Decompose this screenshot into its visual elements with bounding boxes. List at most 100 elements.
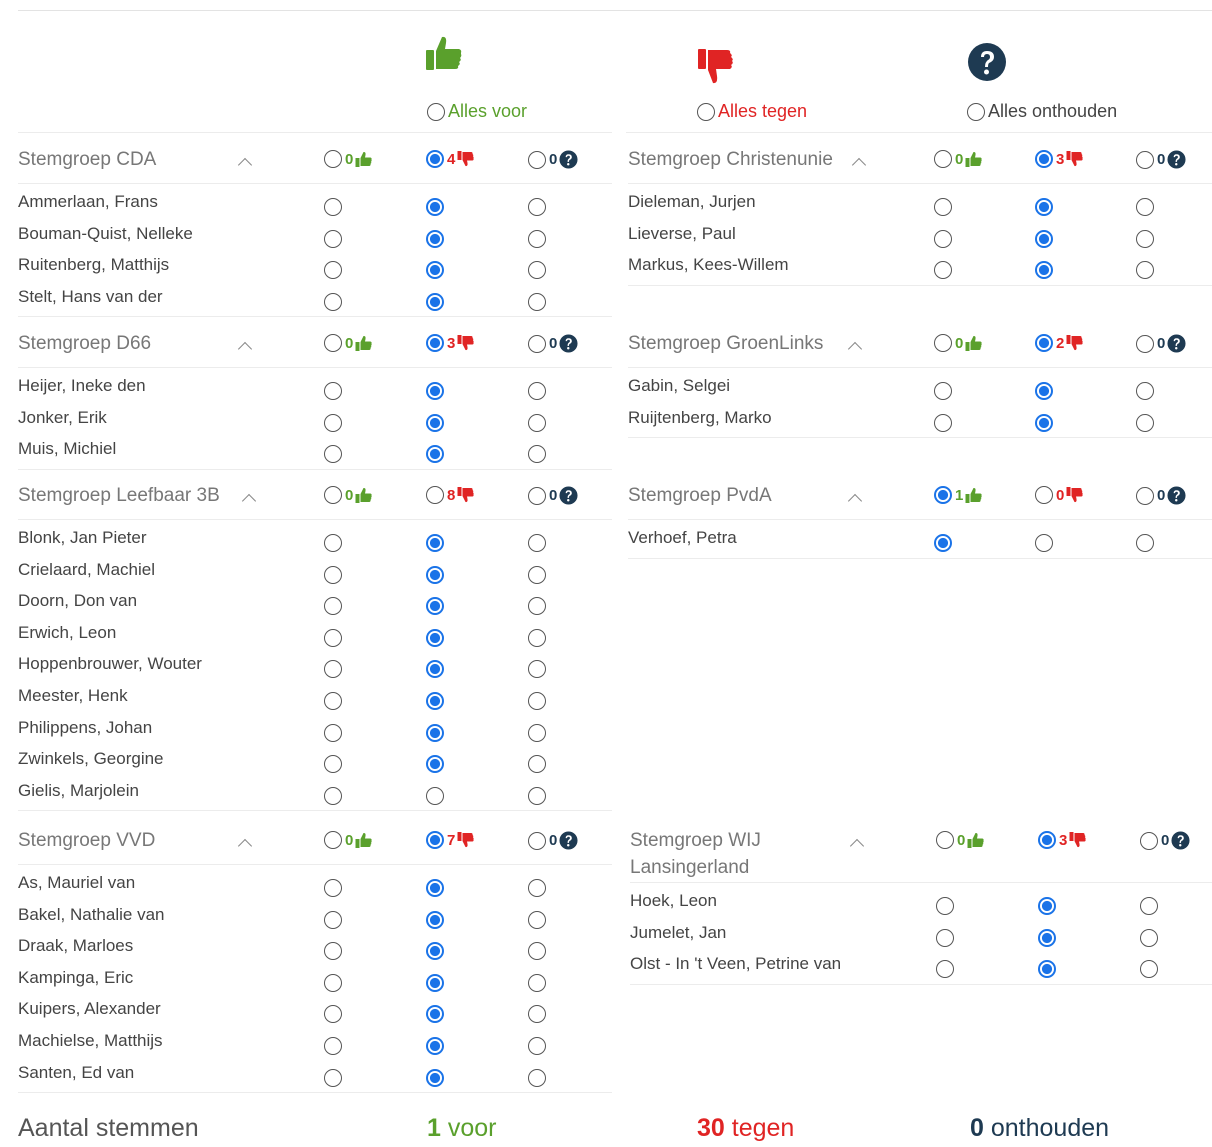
member-abstain-radio[interactable] xyxy=(528,445,546,464)
member-against-radio[interactable] xyxy=(1038,960,1056,979)
chevron-up-icon[interactable] xyxy=(237,341,253,357)
member-abstain-radio[interactable] xyxy=(1140,928,1158,947)
group-against-option[interactable]: 4 xyxy=(426,150,475,168)
member-abstain-radio[interactable] xyxy=(1140,960,1158,979)
chevron-up-icon[interactable] xyxy=(237,838,253,854)
member-abstain-radio[interactable] xyxy=(528,755,546,774)
member-for-radio[interactable] xyxy=(324,292,342,311)
group-against-radio[interactable] xyxy=(426,831,444,849)
member-for-radio[interactable] xyxy=(934,229,952,248)
all-abstain-option[interactable]: Alles onthouden xyxy=(967,101,1117,122)
chevron-up-icon[interactable] xyxy=(849,838,865,854)
member-against-radio[interactable] xyxy=(426,973,444,992)
group-against-option[interactable]: 3 xyxy=(426,334,475,352)
chevron-up-icon[interactable] xyxy=(851,157,867,173)
member-abstain-radio[interactable] xyxy=(528,942,546,961)
group-abstain-radio[interactable] xyxy=(1140,831,1158,850)
member-abstain-radio[interactable] xyxy=(528,597,546,616)
group-for-radio[interactable] xyxy=(324,150,342,168)
member-abstain-radio[interactable] xyxy=(528,534,546,552)
member-abstain-radio[interactable] xyxy=(528,723,546,742)
chevron-up-icon[interactable] xyxy=(237,157,253,173)
group-against-radio[interactable] xyxy=(1035,334,1053,352)
group-abstain-radio[interactable] xyxy=(528,486,546,505)
member-for-radio[interactable] xyxy=(324,597,342,616)
group-abstain-radio[interactable] xyxy=(528,831,546,850)
member-for-radio[interactable] xyxy=(324,942,342,961)
group-abstain-option[interactable]: 0 xyxy=(528,150,578,169)
group-for-option[interactable]: 0 xyxy=(936,831,985,849)
member-against-radio[interactable] xyxy=(1035,534,1053,552)
member-against-radio[interactable] xyxy=(1038,928,1056,947)
member-against-radio[interactable] xyxy=(426,229,444,248)
member-for-radio[interactable] xyxy=(936,897,954,915)
chevron-up-icon[interactable] xyxy=(847,493,863,509)
member-abstain-radio[interactable] xyxy=(528,628,546,647)
group-against-radio[interactable] xyxy=(1035,486,1053,504)
group-abstain-radio[interactable] xyxy=(528,334,546,353)
member-abstain-radio[interactable] xyxy=(528,660,546,679)
member-against-radio[interactable] xyxy=(426,534,444,552)
member-for-radio[interactable] xyxy=(324,1005,342,1024)
member-for-radio[interactable] xyxy=(324,786,342,805)
member-for-radio[interactable] xyxy=(324,382,342,400)
group-against-option[interactable]: 0 xyxy=(1035,486,1084,504)
member-against-radio[interactable] xyxy=(426,1037,444,1055)
group-abstain-option[interactable]: 0 xyxy=(528,486,578,505)
member-against-radio[interactable] xyxy=(426,198,444,216)
group-for-option[interactable]: 1 xyxy=(934,486,983,504)
group-against-option[interactable]: 2 xyxy=(1035,334,1084,352)
all-against-option[interactable]: Alles tegen xyxy=(697,101,807,122)
member-for-radio[interactable] xyxy=(934,261,952,280)
group-for-radio[interactable] xyxy=(934,334,952,352)
group-against-radio[interactable] xyxy=(1035,150,1053,168)
member-against-radio[interactable] xyxy=(426,292,444,311)
group-for-option[interactable]: 0 xyxy=(934,334,983,352)
member-against-radio[interactable] xyxy=(426,1068,444,1087)
all-for-option[interactable]: Alles voor xyxy=(427,101,527,122)
member-for-radio[interactable] xyxy=(324,910,342,929)
member-abstain-radio[interactable] xyxy=(1136,229,1154,248)
member-for-radio[interactable] xyxy=(324,229,342,248)
all-abstain-radio[interactable] xyxy=(967,102,985,121)
member-abstain-radio[interactable] xyxy=(528,973,546,992)
member-abstain-radio[interactable] xyxy=(528,261,546,280)
member-against-radio[interactable] xyxy=(1035,261,1053,280)
group-against-option[interactable]: 7 xyxy=(426,831,475,849)
member-for-radio[interactable] xyxy=(936,928,954,947)
member-for-radio[interactable] xyxy=(324,628,342,647)
member-for-radio[interactable] xyxy=(934,534,952,552)
all-against-radio[interactable] xyxy=(697,102,715,121)
member-for-radio[interactable] xyxy=(324,445,342,464)
group-abstain-option[interactable]: 0 xyxy=(1136,150,1186,169)
group-for-option[interactable]: 0 xyxy=(324,831,373,849)
member-against-radio[interactable] xyxy=(426,597,444,616)
member-for-radio[interactable] xyxy=(934,382,952,400)
member-abstain-radio[interactable] xyxy=(1136,261,1154,280)
member-for-radio[interactable] xyxy=(324,565,342,584)
member-for-radio[interactable] xyxy=(324,755,342,774)
group-against-option[interactable]: 8 xyxy=(426,486,475,504)
group-for-radio[interactable] xyxy=(324,831,342,849)
member-against-radio[interactable] xyxy=(426,413,444,432)
member-for-radio[interactable] xyxy=(324,198,342,216)
member-abstain-radio[interactable] xyxy=(528,1037,546,1055)
member-against-radio[interactable] xyxy=(1035,229,1053,248)
member-against-radio[interactable] xyxy=(426,942,444,961)
member-for-radio[interactable] xyxy=(324,879,342,897)
member-for-radio[interactable] xyxy=(324,534,342,552)
group-for-radio[interactable] xyxy=(324,334,342,352)
member-for-radio[interactable] xyxy=(324,723,342,742)
member-for-radio[interactable] xyxy=(324,660,342,679)
member-against-radio[interactable] xyxy=(1035,413,1053,432)
member-abstain-radio[interactable] xyxy=(528,413,546,432)
member-abstain-radio[interactable] xyxy=(528,382,546,400)
group-abstain-option[interactable]: 0 xyxy=(1136,486,1186,505)
group-abstain-radio[interactable] xyxy=(1136,334,1154,353)
member-against-radio[interactable] xyxy=(426,755,444,774)
member-against-radio[interactable] xyxy=(1035,198,1053,216)
member-against-radio[interactable] xyxy=(426,1005,444,1024)
member-abstain-radio[interactable] xyxy=(528,910,546,929)
group-for-radio[interactable] xyxy=(934,150,952,168)
member-for-radio[interactable] xyxy=(324,413,342,432)
